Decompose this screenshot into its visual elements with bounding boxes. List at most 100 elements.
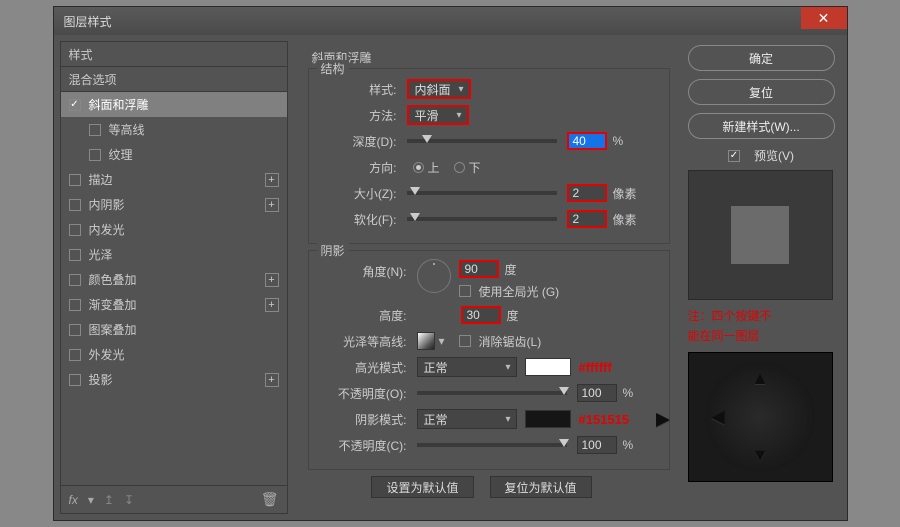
sidebar-item[interactable]: 斜面和浮雕 [61, 92, 287, 117]
add-effect-icon[interactable]: + [265, 173, 279, 187]
style-checkbox[interactable] [89, 124, 101, 136]
sidebar-item[interactable]: 等高线 [61, 117, 287, 142]
style-checkbox[interactable] [69, 374, 81, 386]
add-effect-icon[interactable]: + [265, 298, 279, 312]
style-label: 斜面和浮雕 [89, 96, 149, 113]
preview-checkbox[interactable] [728, 150, 740, 162]
direction-up-radio[interactable] [413, 162, 424, 173]
chevron-down-icon[interactable]: ▾ [88, 493, 94, 507]
highlight-opacity-slider[interactable] [417, 391, 567, 395]
set-default-button[interactable]: 设置为默认值 [371, 476, 473, 498]
style-checkbox[interactable] [69, 349, 81, 361]
sidebar-item[interactable]: 渐变叠加+ [61, 292, 287, 317]
settings-panel: 斜面和浮雕 结构 样式: 内斜面 方法: 平滑 深度(D): 40 % [294, 41, 680, 514]
structure-group: 结构 样式: 内斜面 方法: 平滑 深度(D): 40 % 方向: 上 [308, 68, 670, 244]
structure-legend: 结构 [317, 60, 349, 77]
sidebar-item[interactable]: 内发光 [61, 217, 287, 242]
right-panel: 确定 复位 新建样式(W)... 预览(V) 注：四个按键不 能在同一图层 ▲ … [686, 41, 841, 514]
style-checkbox[interactable] [69, 174, 81, 186]
style-checkbox[interactable] [69, 324, 81, 336]
close-button[interactable]: ✕ [801, 7, 847, 29]
style-label: 投影 [89, 371, 113, 388]
layer-style-dialog: 图层样式 ✕ 样式 混合选项 斜面和浮雕等高线纹理描边+内阴影+内发光光泽颜色叠… [53, 6, 848, 521]
gloss-contour-picker[interactable] [417, 332, 435, 350]
arrow-down-icon: ▼ [751, 445, 769, 466]
unit-percent: % [613, 134, 643, 148]
shadow-mode-select[interactable]: 正常 [417, 409, 517, 429]
arrow-up-icon: ▲ [751, 368, 769, 389]
method-label: 方法: [319, 107, 397, 124]
annotation-note: 注：四个按键不 能在同一图层 [688, 306, 835, 346]
style-label: 内阴影 [89, 196, 125, 213]
add-effect-icon[interactable]: + [265, 198, 279, 212]
sidebar-item[interactable]: 外发光 [61, 342, 287, 367]
preview-thumbnail [688, 170, 833, 300]
angle-wheel[interactable] [417, 259, 451, 293]
shadow-opacity-slider[interactable] [417, 443, 567, 447]
size-label: 大小(Z): [319, 185, 397, 202]
sidebar-item[interactable]: 内阴影 + [61, 192, 287, 217]
trash-icon[interactable]: 🗑 [261, 491, 279, 508]
add-effect-icon[interactable]: + [265, 373, 279, 387]
angle-input[interactable]: 90 [459, 260, 499, 278]
size-slider[interactable] [407, 191, 557, 195]
sidebar-item[interactable]: 图案叠加 [61, 317, 287, 342]
shadow-color-annotation: #151515 [579, 412, 630, 427]
style-select[interactable]: 内斜面 [407, 79, 471, 99]
soften-slider[interactable] [407, 217, 557, 221]
style-checkbox[interactable] [69, 249, 81, 261]
fx-label[interactable]: fx [69, 493, 78, 507]
highlight-opacity-label: 不透明度(O): [319, 385, 407, 402]
style-label: 外发光 [89, 346, 125, 363]
style-checkbox[interactable] [89, 149, 101, 161]
global-light-checkbox[interactable] [459, 285, 471, 297]
depth-label: 深度(D): [319, 133, 397, 150]
dpad-preview: ▲ ▼ ◀ ▶ [688, 352, 833, 482]
style-label: 内发光 [89, 221, 125, 238]
highlight-opacity-input[interactable]: 100 [577, 384, 617, 402]
direction-down-radio[interactable] [454, 162, 465, 173]
sidebar-blend-options[interactable]: 混合选项 [61, 67, 287, 92]
chevron-down-icon[interactable]: ▾ [439, 334, 445, 348]
style-label: 图案叠加 [89, 321, 137, 338]
style-checkbox[interactable] [69, 224, 81, 236]
style-checkbox[interactable] [69, 99, 81, 111]
method-select[interactable]: 平滑 [407, 105, 469, 125]
highlight-mode-label: 高光模式: [319, 359, 407, 376]
style-checkbox[interactable] [69, 274, 81, 286]
angle-label: 角度(N): [363, 265, 407, 279]
style-checkbox[interactable] [69, 199, 81, 211]
arrow-up-icon[interactable]: ↥ [104, 493, 114, 507]
reset-default-button[interactable]: 复位为默认值 [490, 476, 592, 498]
new-style-button[interactable]: 新建样式(W)... [688, 113, 835, 139]
depth-input[interactable]: 40 [567, 132, 607, 150]
antialias-checkbox[interactable] [459, 335, 471, 347]
dialog-title: 图层样式 [64, 13, 112, 30]
highlight-color-swatch[interactable] [525, 358, 571, 376]
direction-label: 方向: [319, 159, 397, 176]
shading-group: 阴影 角度(N): 90 度 使用全局光 (G) [308, 250, 670, 470]
add-effect-icon[interactable]: + [265, 273, 279, 287]
panel-title: 斜面和浮雕 [312, 49, 670, 66]
style-label: 描边 [89, 171, 113, 188]
sidebar-item[interactable]: 描边 + [61, 167, 287, 192]
depth-slider[interactable] [407, 139, 557, 143]
shadow-opacity-input[interactable]: 100 [577, 436, 617, 454]
unit-px: 像素 [613, 185, 643, 202]
sidebar-item[interactable]: 纹理 [61, 142, 287, 167]
sidebar-item[interactable]: 投影 + [61, 367, 287, 392]
highlight-mode-select[interactable]: 正常 [417, 357, 517, 377]
style-checkbox[interactable] [69, 299, 81, 311]
shadow-color-swatch[interactable] [525, 410, 571, 428]
soften-input[interactable]: 2 [567, 210, 607, 228]
sidebar-item[interactable]: 颜色叠加+ [61, 267, 287, 292]
sidebar-item[interactable]: 光泽 [61, 242, 287, 267]
ok-button[interactable]: 确定 [688, 45, 835, 71]
reset-button[interactable]: 复位 [688, 79, 835, 105]
arrow-down-icon[interactable]: ↧ [124, 493, 134, 507]
style-label: 纹理 [109, 146, 133, 163]
sidebar-footer: fx ▾ ↥ ↧ 🗑 [60, 486, 288, 514]
titlebar[interactable]: 图层样式 ✕ [54, 7, 847, 35]
size-input[interactable]: 2 [567, 184, 607, 202]
altitude-input[interactable]: 30 [461, 306, 501, 324]
